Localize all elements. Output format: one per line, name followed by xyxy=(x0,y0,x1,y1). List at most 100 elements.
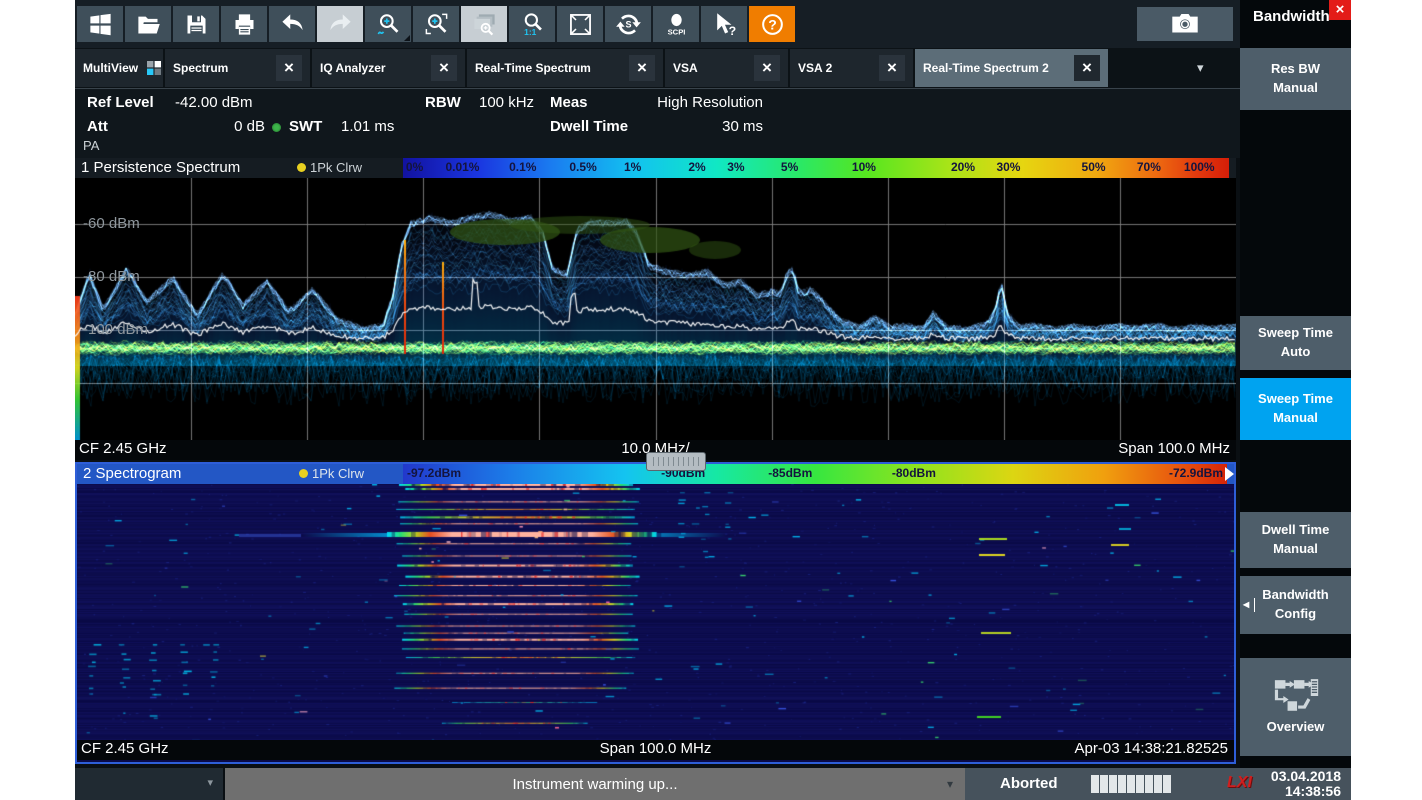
rbw-value[interactable]: 100 kHz xyxy=(479,94,534,111)
trace-legend-label: 1Pk Clrw xyxy=(310,160,362,175)
scale-tick-label: 10% xyxy=(852,160,876,174)
multi-window-zoom-button[interactable] xyxy=(461,6,507,42)
scale-tick-label: 50% xyxy=(1082,160,1106,174)
svg-text:SCPI: SCPI xyxy=(667,27,685,36)
swt-value[interactable]: 1.01 ms xyxy=(341,118,394,135)
undo-button[interactable] xyxy=(269,6,315,42)
persistence-color-scale: 0%0.01%0.1%0.5%1%2%3%5%10%20%30%50%70%10… xyxy=(403,158,1229,178)
progress-segment xyxy=(1118,775,1126,793)
softkey-dwell-time-manual[interactable]: Dwell Time Manual xyxy=(1240,512,1351,568)
center-frequency-value[interactable]: CF 2.45 GHz xyxy=(79,440,167,457)
persistence-plot: -60 dBm -80 dBm -100 dBm xyxy=(75,178,1236,440)
tab-close-button[interactable]: × xyxy=(276,55,302,81)
tab-label: VSA xyxy=(673,61,698,75)
tab-close-button[interactable]: × xyxy=(754,55,780,81)
progress-indicator xyxy=(1091,775,1171,793)
windows-logo-button[interactable] xyxy=(77,6,123,42)
help-button[interactable]: ? xyxy=(749,6,795,42)
scale-tick-label: 5% xyxy=(781,160,798,174)
span-value[interactable]: Span 100.0 MHz xyxy=(1118,440,1230,457)
persistence-spectrum-window: 1 Persistence Spectrum 1Pk Clrw 0% 0.01% 0… xyxy=(75,158,1236,460)
spectrogram-window: 2 Spectrogram 1Pk Clrw -97.2dBm-90dBm-85… xyxy=(75,462,1236,764)
status-selector-dropdown[interactable]: ▾ xyxy=(75,768,223,800)
sweep-state-label: Aborted xyxy=(1000,775,1058,792)
meas-value[interactable]: High Resolution xyxy=(595,94,763,111)
print-button[interactable] xyxy=(221,6,267,42)
spectrogram-window-title: 2 Spectrogram xyxy=(83,465,181,482)
softkey-panel: Bandwidth × Res BW Manual Sweep Time Aut… xyxy=(1240,0,1351,768)
spectrogram-color-scale: -97.2dBm-90dBm-85dBm-80dBm-72.9dBm xyxy=(403,464,1227,484)
spectrogram-canvas[interactable] xyxy=(77,484,1234,740)
softkey-overview[interactable]: Overview xyxy=(1240,658,1351,756)
ref-level-value[interactable]: -42.00 dBm xyxy=(175,94,253,111)
split-layout-button[interactable] xyxy=(557,6,603,42)
tab-real-time-spectrum[interactable]: Real-Time Spectrum× xyxy=(467,49,663,87)
spectrogram-footer: CF 2.45 GHz Span 100.0 MHz Apr-03 14:38:… xyxy=(77,740,1234,760)
tab-close-button[interactable]: × xyxy=(629,55,655,81)
trace-legend-label: 1Pk Clrw xyxy=(312,466,364,481)
zoom-1to1-button[interactable]: 1:1 xyxy=(509,6,555,42)
persistence-spectrum-canvas[interactable] xyxy=(75,178,1236,440)
dropdown-caret-icon: ▾ xyxy=(947,777,953,791)
softkey-sweep-time-auto[interactable]: Sweep Time Auto xyxy=(1240,316,1351,370)
meas-label: Meas xyxy=(550,94,588,111)
progress-segment xyxy=(1109,775,1117,793)
tab-close-button[interactable]: × xyxy=(1074,55,1100,81)
att-value[interactable]: 0 dB xyxy=(165,118,265,135)
overview-flow-icon xyxy=(1272,677,1320,715)
sync-sweep-button[interactable]: S xyxy=(605,6,651,42)
trace-legend[interactable]: 1Pk Clrw xyxy=(297,160,362,175)
softkey-panel-title: Bandwidth xyxy=(1253,8,1330,25)
zoom-selection-button[interactable] xyxy=(413,6,459,42)
progress-segment xyxy=(1163,775,1171,793)
progress-segment xyxy=(1127,775,1135,793)
tab-vsa-2[interactable]: VSA 2× xyxy=(790,49,913,87)
toolbar: 1:1 S SCPI?? xyxy=(75,0,1240,48)
softkey-label: Bandwidth Config xyxy=(1262,586,1328,624)
tab-spectrum[interactable]: Spectrum× xyxy=(165,49,310,87)
redo-button[interactable] xyxy=(317,6,363,42)
softkey-label: Overview xyxy=(1267,718,1325,737)
screenshot-camera-button[interactable] xyxy=(1137,7,1233,41)
status-message-bar[interactable]: Instrument warming up... ▾ xyxy=(225,768,965,800)
scpi-recorder-button[interactable]: SCPI xyxy=(653,6,699,42)
progress-segment xyxy=(1100,775,1108,793)
window-splitter-handle[interactable] xyxy=(647,453,705,470)
scale-tick-label: 0% xyxy=(406,160,423,174)
swt-label: SWT xyxy=(289,118,322,135)
persistence-window-titlebar[interactable]: 1 Persistence Spectrum 1Pk Clrw 0% 0.01% 0… xyxy=(75,158,1236,178)
trace-legend[interactable]: 1Pk Clrw xyxy=(299,466,364,481)
close-panel-button[interactable]: × xyxy=(1329,0,1351,20)
multiview-grid-icon xyxy=(146,60,162,76)
tab-close-button[interactable]: × xyxy=(431,55,457,81)
tab-close-button[interactable]: × xyxy=(879,55,905,81)
timestamp-value: Apr-03 14:38:21.82525 xyxy=(1075,740,1228,757)
scale-tick-label: -80dBm xyxy=(892,466,936,480)
scale-tick-label: 0.01% xyxy=(445,160,479,174)
svg-text:1:1: 1:1 xyxy=(524,27,536,37)
open-file-button[interactable] xyxy=(125,6,171,42)
scale-tick-label: 0.1% xyxy=(509,160,536,174)
context-help-button[interactable]: ? xyxy=(701,6,747,42)
persistence-window-title: 1 Persistence Spectrum xyxy=(81,159,240,176)
progress-segment xyxy=(1091,775,1099,793)
tab-vsa[interactable]: VSA × xyxy=(665,49,788,87)
tab-multiview[interactable]: MultiView xyxy=(75,49,163,87)
span-value[interactable]: Span 100.0 MHz xyxy=(600,740,712,757)
tab-iq-analyzer[interactable]: IQ Analyzer× xyxy=(312,49,465,87)
zoom-trace-button[interactable] xyxy=(365,6,411,42)
softkey-bandwidth-config[interactable]: Bandwidth Config xyxy=(1240,576,1351,634)
tab-label: Real-Time Spectrum 2 xyxy=(923,61,1049,75)
tab-real-time-spectrum-2[interactable]: Real-Time Spectrum 2 × xyxy=(915,49,1108,87)
tab-overflow-arrow-icon[interactable]: ▾ xyxy=(1197,60,1204,76)
screenshot-root: 1:1 S SCPI?? ▾ MultiViewSpectrum×IQ Analyz… xyxy=(0,0,1422,800)
lxi-logo: LXI xyxy=(1227,774,1252,792)
svg-text:?: ? xyxy=(728,24,736,38)
scale-tick-label: -85dBm xyxy=(768,466,812,480)
save-file-button[interactable] xyxy=(173,6,219,42)
softkey-sweep-time-manual[interactable]: Sweep Time Manual xyxy=(1240,378,1351,440)
dwell-time-value[interactable]: 30 ms xyxy=(595,118,763,135)
center-frequency-value[interactable]: CF 2.45 GHz xyxy=(81,740,169,757)
softkey-res-bw-manual[interactable]: Res BW Manual xyxy=(1240,48,1351,110)
main-area: 1:1 S SCPI?? ▾ MultiViewSpectrum×IQ Analyz… xyxy=(75,0,1240,768)
